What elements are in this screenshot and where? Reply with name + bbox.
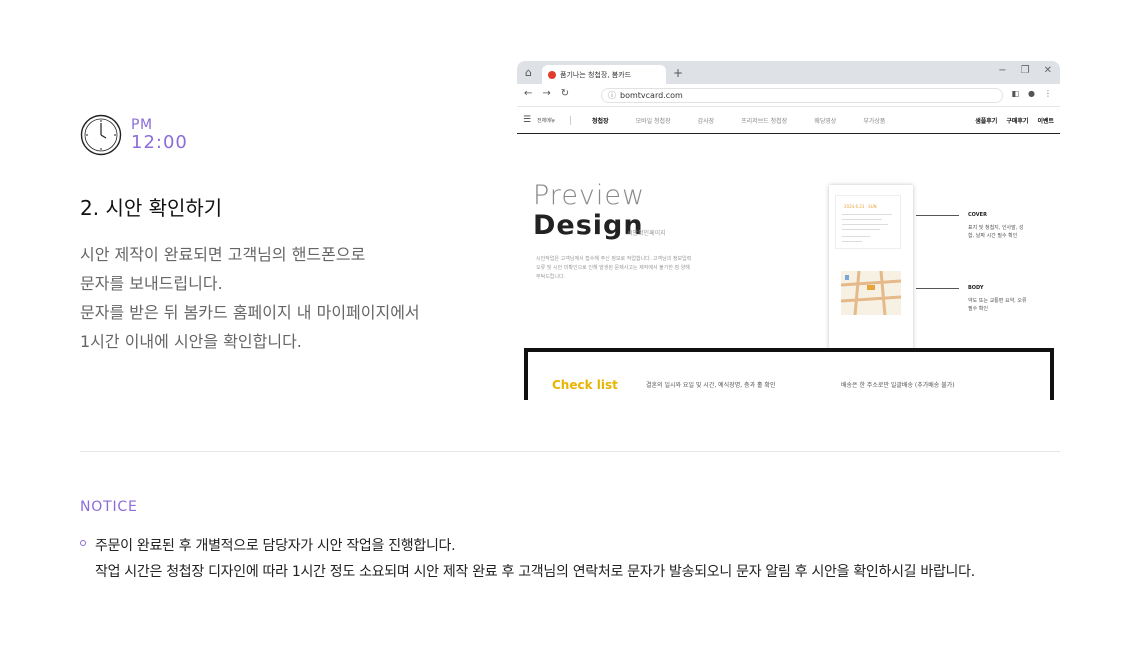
sidepanel-icon: ◧ [1011, 89, 1020, 98]
back-icon: ← [524, 88, 533, 99]
preview-hero: Preview Design 시안확인페이지 시안작업은 고객님께서 접수해 주… [517, 134, 1060, 400]
nav-right-item: 샘플후기 [975, 118, 998, 125]
notice-item: 주문이 완료된 후 개별적으로 담당자가 시안 작업을 진행합니다. 작업 시간… [80, 533, 975, 585]
time-ampm: PM [131, 117, 153, 133]
bullet-icon [80, 540, 86, 546]
checklist-title: Check list [552, 378, 618, 392]
browser-tab: 품기나는 청첩장, 봄카드 [542, 65, 666, 84]
url-bar: ⓘ bomtvcard.com [601, 88, 1003, 103]
reload-icon: ↻ [560, 88, 570, 99]
annotation-text: 표지 및 청첩지, 인사말, 성함, 날짜 시간 필수 확인 [968, 225, 1024, 239]
window-controls: − ❐ ✕ [998, 65, 1052, 76]
nav-item: 감사장 [697, 118, 715, 125]
browser-addressbar: ← → ↻ ⓘ bomtvcard.com ◧ ● ⋮ [517, 84, 1060, 107]
preview-heading: Preview [533, 180, 646, 211]
nav-right-item: 구매후기 [1006, 118, 1029, 125]
checklist-box: Check list 결혼의 일시와 요일 및 시간, 예식장명, 층과 홀 확… [524, 348, 1054, 400]
favicon-icon [548, 70, 556, 79]
checklist-item: 결혼의 일시와 요일 및 시간, 예식장명, 층과 홀 확인 [646, 382, 776, 389]
section-divider [80, 451, 1060, 452]
nav-item: 웨딩영상 [814, 118, 837, 125]
close-icon: ✕ [1043, 65, 1052, 76]
step-time: PM 12:00 [80, 114, 188, 156]
time-value: 12:00 [131, 132, 188, 153]
restore-icon: ❐ [1020, 65, 1030, 76]
description-line: 문자를 보내드립니다. [80, 274, 223, 293]
description-line: 1시간 이내에 시안을 확인합니다. [80, 332, 302, 351]
profile-icon: ● [1028, 89, 1035, 98]
invitation-card-preview: 2024.6.23 · SUN [829, 185, 913, 349]
clock-icon [80, 114, 122, 156]
card-cover: 2024.6.23 · SUN [835, 195, 901, 249]
minimize-icon: − [998, 65, 1007, 76]
nav-right-item: 이벤트 [1037, 118, 1054, 125]
site-info-icon: ⓘ [608, 91, 616, 100]
url-text: bomtvcard.com [620, 91, 683, 100]
hamburger-icon: ☰ [523, 115, 532, 125]
checklist-item: 배송은 한 주소로만 일괄배송 (추가배송 불가) [841, 382, 955, 389]
nav-divider [570, 116, 571, 125]
nav-item: 부가상품 [863, 118, 886, 125]
browser-screenshot: ⌂ 품기나는 청첩장, 봄카드 + − ❐ ✕ ← → ↻ ⓘ bomtvcar… [517, 61, 1060, 400]
notice-title: NOTICE [80, 499, 138, 515]
step-title: 2. 시안 확인하기 [80, 196, 223, 220]
step-description: 시안 제작이 완료되면 고객님의 핸드폰으로 문자를 보내드립니다. 문자를 받… [80, 240, 460, 356]
site-nav: ☰ 전체메뉴 청첩장 모바일 청첩장 감사장 프리저브드 청첩장 웨딩영상 부가… [517, 107, 1060, 134]
card-date: 2024.6.23 · SUN [844, 204, 877, 209]
notice-line: 주문이 완료된 후 개별적으로 담당자가 시안 작업을 진행합니다. [95, 538, 456, 554]
browser-tabbar: ⌂ 품기나는 청첩장, 봄카드 + − ❐ ✕ [517, 61, 1060, 84]
annotation-title: COVER [968, 212, 987, 218]
nav-item: 프리저브드 청첩장 [741, 118, 788, 125]
home-icon: ⌂ [525, 66, 532, 79]
new-tab-icon: + [673, 66, 684, 80]
annotation-text: 약도 또는 교통편 요약, 오류 필수 확인 [968, 298, 1027, 312]
notice-list: 주문이 완료된 후 개별적으로 담당자가 시안 작업을 진행합니다. 작업 시간… [80, 533, 975, 585]
map-image [841, 271, 901, 315]
description-line: 시안 제작이 완료되면 고객님의 핸드폰으로 [80, 245, 366, 264]
forward-icon: → [542, 88, 551, 99]
more-icon: ⋮ [1044, 89, 1052, 98]
notice-line: 작업 시간은 청첩장 디자인에 따라 1시간 정도 소요되며 시안 제작 완료 … [95, 564, 975, 580]
nav-item: 청첩장 [592, 118, 609, 125]
tab-title: 품기나는 청첩장, 봄카드 [560, 70, 632, 79]
annotation-title: BODY [968, 285, 984, 291]
hero-description: 시안작업은 고객님께서 접수해 주신 정보로 작업합니다. 고객님의 정보입력 … [536, 256, 692, 280]
design-subtitle: 시안확인페이지 [627, 230, 666, 237]
nav-item: 모바일 청첩장 [635, 118, 671, 125]
all-menu-label: 전체메뉴 [537, 118, 556, 124]
description-line: 문자를 받은 뒤 봄카드 홈페이지 내 마이페이지에서 [80, 303, 420, 322]
